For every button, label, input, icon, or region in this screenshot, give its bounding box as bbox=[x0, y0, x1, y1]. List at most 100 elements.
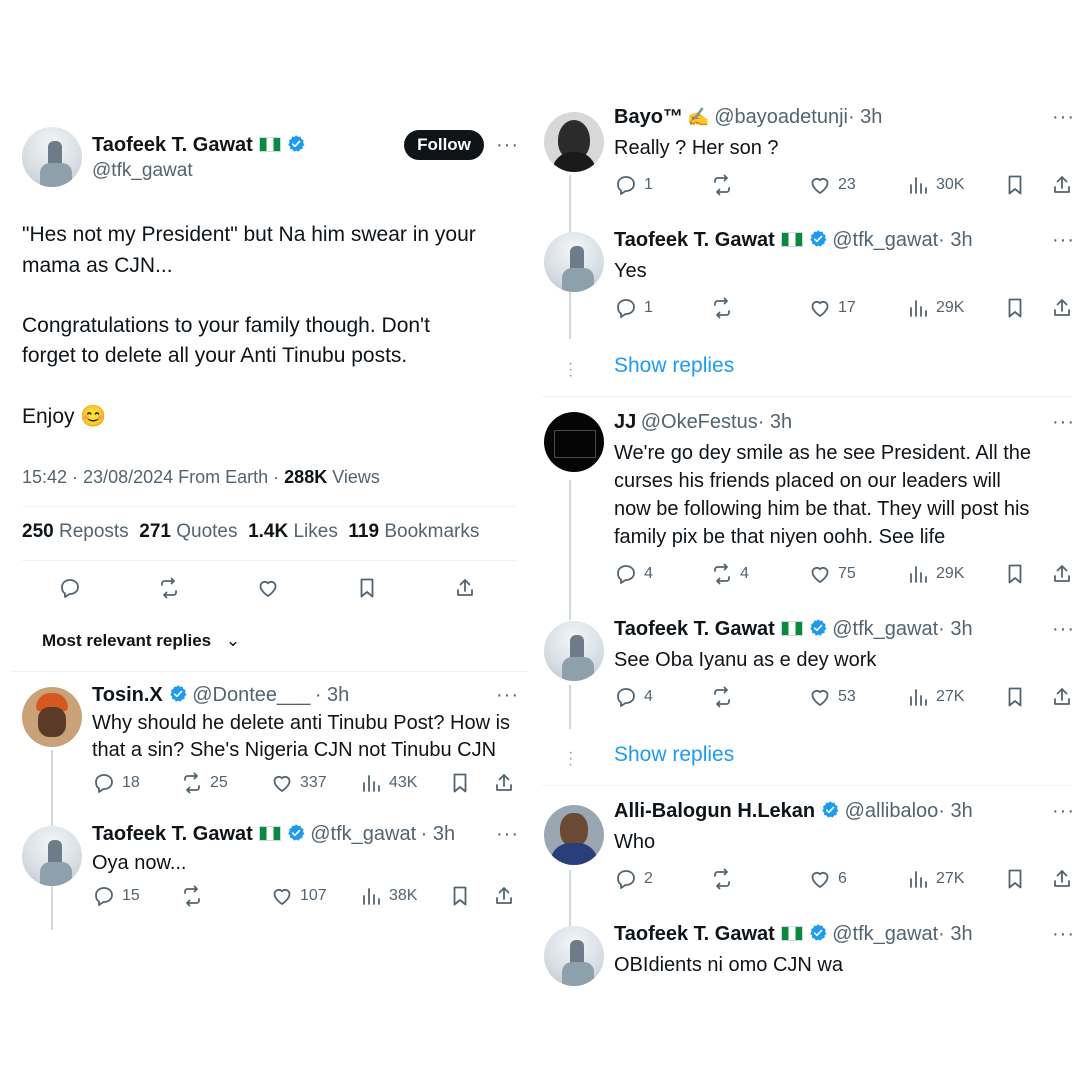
show-replies-link[interactable]: Show replies bbox=[614, 354, 734, 378]
more-options-icon[interactable]: ··· bbox=[496, 823, 519, 846]
repost-button[interactable] bbox=[710, 867, 734, 891]
reply-author-handle[interactable]: @tfk_gawat bbox=[832, 229, 938, 251]
share-button[interactable] bbox=[1050, 562, 1074, 586]
reply-button[interactable]: 1 bbox=[614, 296, 653, 320]
reply-time[interactable]: · 3h bbox=[848, 106, 882, 128]
more-options-icon[interactable]: ··· bbox=[496, 684, 519, 707]
reply-button[interactable]: 4 bbox=[614, 562, 653, 586]
likes-stat[interactable]: 1.4K Likes bbox=[248, 521, 338, 542]
reply-avatar[interactable] bbox=[544, 926, 604, 986]
reply-author-handle[interactable]: @tfk_gawat bbox=[832, 923, 938, 945]
reply-button[interactable]: 15 bbox=[92, 884, 140, 908]
reply-button[interactable]: 2 bbox=[614, 867, 653, 891]
repost-button[interactable] bbox=[180, 884, 204, 908]
reply-time[interactable]: · 3h bbox=[421, 823, 455, 845]
views-button[interactable]: 27K bbox=[906, 685, 964, 709]
like-button[interactable]: 75 bbox=[808, 562, 856, 586]
reply-time[interactable]: · 3h bbox=[938, 229, 972, 251]
like-button[interactable]: 337 bbox=[270, 771, 327, 795]
reply-avatar[interactable] bbox=[544, 412, 604, 472]
bookmark-button[interactable] bbox=[355, 576, 379, 600]
repost-button[interactable] bbox=[710, 173, 734, 197]
repost-button[interactable]: 4 bbox=[710, 562, 749, 586]
bookmark-button[interactable] bbox=[1003, 173, 1027, 197]
reply-author-handle[interactable]: @allibaloo bbox=[845, 800, 939, 822]
like-button[interactable] bbox=[256, 576, 280, 600]
repost-button[interactable] bbox=[710, 685, 734, 709]
bookmark-button[interactable] bbox=[1003, 867, 1027, 891]
repost-button[interactable]: 25 bbox=[180, 771, 228, 795]
like-button[interactable]: 6 bbox=[808, 867, 847, 891]
quotes-stat[interactable]: 271 Quotes bbox=[139, 521, 237, 542]
author-name[interactable]: Taofeek T. Gawat bbox=[92, 134, 253, 156]
reply-author-name[interactable]: JJ bbox=[614, 411, 636, 433]
share-button[interactable] bbox=[492, 771, 516, 795]
reply-author-name[interactable]: Bayo™ bbox=[614, 106, 683, 128]
views-button[interactable]: 38K bbox=[359, 884, 417, 908]
more-options-icon[interactable]: ··· bbox=[1052, 411, 1075, 434]
reply-time[interactable]: · 3h bbox=[938, 800, 972, 822]
reposts-stat[interactable]: 250 Reposts bbox=[22, 521, 129, 542]
reply-author-name[interactable]: Tosin.X bbox=[92, 684, 163, 706]
share-button[interactable] bbox=[492, 884, 516, 908]
reply-time[interactable]: · 3h bbox=[758, 411, 792, 433]
reply-time[interactable]: · 3h bbox=[315, 684, 349, 706]
share-button[interactable] bbox=[1050, 867, 1074, 891]
reply-avatar[interactable] bbox=[544, 112, 604, 172]
reply-author-handle[interactable]: @bayoadetunji bbox=[714, 106, 848, 128]
like-button[interactable]: 107 bbox=[270, 884, 327, 908]
more-options-icon[interactable]: ··· bbox=[496, 134, 519, 157]
reply-author-name[interactable]: Taofeek T. Gawat bbox=[614, 618, 775, 640]
follow-button[interactable]: Follow bbox=[404, 130, 484, 160]
reply-avatar[interactable] bbox=[22, 826, 82, 886]
bookmarks-stat[interactable]: 119 Bookmarks bbox=[348, 521, 479, 542]
reply-avatar[interactable] bbox=[544, 232, 604, 292]
bookmark-button[interactable] bbox=[448, 771, 472, 795]
views-button[interactable]: 29K bbox=[906, 296, 964, 320]
more-options-icon[interactable]: ··· bbox=[1052, 800, 1075, 823]
bookmark-button[interactable] bbox=[1003, 296, 1027, 320]
repost-button[interactable] bbox=[710, 296, 734, 320]
reply-author-handle[interactable]: @tfk_gawat bbox=[310, 823, 416, 845]
reply-time[interactable]: · 3h bbox=[938, 618, 972, 640]
bookmark-button[interactable] bbox=[1003, 685, 1027, 709]
share-button[interactable] bbox=[453, 576, 477, 600]
show-replies-link[interactable]: Show replies bbox=[614, 743, 734, 767]
like-button[interactable]: 17 bbox=[808, 296, 856, 320]
reply-button[interactable] bbox=[58, 576, 82, 600]
reply-avatar[interactable] bbox=[544, 621, 604, 681]
reply-sort-dropdown[interactable]: Most relevant replies ⌄ bbox=[42, 631, 240, 651]
share-button[interactable] bbox=[1050, 685, 1074, 709]
reply-button[interactable]: 1 bbox=[614, 173, 653, 197]
tweet-timestamp[interactable]: 15:42 · 23/08/2024 From Earth · bbox=[22, 467, 279, 487]
reply-avatar[interactable] bbox=[22, 687, 82, 747]
reply-author-name[interactable]: Taofeek T. Gawat bbox=[614, 229, 775, 251]
author-handle[interactable]: @tfk_gawat bbox=[92, 160, 193, 182]
views-button[interactable]: 30K bbox=[906, 173, 964, 197]
reply-author-name[interactable]: Taofeek T. Gawat bbox=[614, 923, 775, 945]
repost-button[interactable] bbox=[157, 576, 181, 600]
like-button[interactable]: 53 bbox=[808, 685, 856, 709]
bookmark-button[interactable] bbox=[1003, 562, 1027, 586]
reply-author-name[interactable]: Alli-Balogun H.Lekan bbox=[614, 800, 815, 822]
more-options-icon[interactable]: ··· bbox=[1052, 923, 1075, 946]
share-button[interactable] bbox=[1050, 296, 1074, 320]
reply-author-handle[interactable]: @Dontee___ bbox=[192, 684, 310, 706]
reply-author-handle[interactable]: @tfk_gawat bbox=[832, 618, 938, 640]
more-options-icon[interactable]: ··· bbox=[1052, 618, 1075, 641]
like-button[interactable]: 23 bbox=[808, 173, 856, 197]
reply-time[interactable]: · 3h bbox=[938, 923, 972, 945]
views-button[interactable]: 29K bbox=[906, 562, 964, 586]
share-button[interactable] bbox=[1050, 173, 1074, 197]
more-options-icon[interactable]: ··· bbox=[1052, 229, 1075, 252]
author-avatar[interactable] bbox=[22, 127, 82, 187]
views-button[interactable]: 43K bbox=[359, 771, 417, 795]
more-options-icon[interactable]: ··· bbox=[1052, 106, 1075, 129]
reply-author-name[interactable]: Taofeek T. Gawat bbox=[92, 823, 253, 845]
bookmark-button[interactable] bbox=[448, 884, 472, 908]
reply-button[interactable]: 18 bbox=[92, 771, 140, 795]
views-button[interactable]: 27K bbox=[906, 867, 964, 891]
reply-button[interactable]: 4 bbox=[614, 685, 653, 709]
reply-avatar[interactable] bbox=[544, 805, 604, 865]
reply-author-handle[interactable]: @OkeFestus bbox=[641, 411, 758, 433]
